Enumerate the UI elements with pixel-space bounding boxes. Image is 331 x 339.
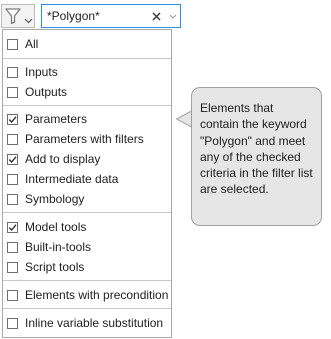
checkbox[interactable] xyxy=(7,261,18,273)
menu-item-label: All xyxy=(25,37,39,51)
divider xyxy=(3,212,171,213)
menu-item-label: Inline variable substitution xyxy=(25,316,164,330)
checkbox[interactable] xyxy=(7,86,18,98)
checkbox[interactable] xyxy=(7,133,18,145)
menu-item-label: Script tools xyxy=(25,260,85,274)
divider xyxy=(3,280,171,281)
menu-item-all[interactable]: All xyxy=(3,35,171,53)
chevron-down-icon[interactable] xyxy=(166,5,180,27)
close-icon[interactable] xyxy=(146,5,166,27)
menu-item-label: Model tools xyxy=(25,220,87,234)
tooltip: Elements that contain the keyword "Polyg… xyxy=(191,87,322,226)
checkbox[interactable] xyxy=(7,221,18,233)
menu-item-inline-variable-substitution[interactable]: Inline variable substitution xyxy=(3,314,171,332)
menu-item-inputs[interactable]: Inputs xyxy=(3,63,171,81)
checkbox[interactable] xyxy=(7,153,18,165)
checkbox[interactable] xyxy=(7,193,18,205)
menu-item-label: Intermediate data xyxy=(25,172,119,186)
menu-item-built-in-tools[interactable]: Built-in-tools xyxy=(3,238,171,256)
menu-item-intermediate-data[interactable]: Intermediate data xyxy=(3,170,171,188)
menu-item-label: Parameters xyxy=(25,112,88,126)
menu-item-model-tools[interactable]: Model tools xyxy=(3,218,171,236)
filter-menu: All Inputs Outputs Parameters Parameters… xyxy=(2,29,172,338)
menu-item-label: Built-in-tools xyxy=(25,240,92,254)
menu-item-label: Add to display xyxy=(25,152,101,166)
tooltip-text: Elements that contain the keyword "Polyg… xyxy=(200,101,313,197)
menu-item-add-to-display[interactable]: Add to display xyxy=(3,150,171,168)
checkmark-icon xyxy=(8,115,17,123)
checkbox[interactable] xyxy=(7,241,18,253)
checkmark-icon xyxy=(8,155,17,163)
menu-item-outputs[interactable]: Outputs xyxy=(3,83,171,101)
menu-item-label: Outputs xyxy=(25,85,68,99)
divider xyxy=(3,308,171,309)
filter-button[interactable] xyxy=(1,4,35,28)
search-filter-box[interactable]: *Polygon* xyxy=(41,4,181,28)
funnel-icon xyxy=(5,8,21,25)
checkbox[interactable] xyxy=(7,173,18,185)
menu-item-parameters[interactable]: Parameters xyxy=(3,110,171,128)
menu-item-symbology[interactable]: Symbology xyxy=(3,190,171,208)
menu-item-label: Inputs xyxy=(25,65,58,79)
menu-item-script-tools[interactable]: Script tools xyxy=(3,258,171,276)
search-input[interactable]: *Polygon* xyxy=(42,9,146,23)
checkbox[interactable] xyxy=(7,113,18,125)
divider xyxy=(3,105,171,106)
menu-item-label: Elements with precondition xyxy=(25,288,169,302)
menu-item-parameters-with-filters[interactable]: Parameters with filters xyxy=(3,130,171,148)
chevron-down-icon xyxy=(24,13,33,24)
menu-item-label: Symbology xyxy=(25,192,85,206)
menu-item-elements-with-precondition[interactable]: Elements with precondition xyxy=(3,286,171,304)
checkbox[interactable] xyxy=(7,38,18,50)
checkbox[interactable] xyxy=(7,66,18,78)
menu-item-label: Parameters with filters xyxy=(25,132,144,146)
checkbox[interactable] xyxy=(7,317,18,329)
checkmark-icon xyxy=(8,223,17,231)
divider xyxy=(3,58,171,59)
checkbox[interactable] xyxy=(7,289,18,301)
